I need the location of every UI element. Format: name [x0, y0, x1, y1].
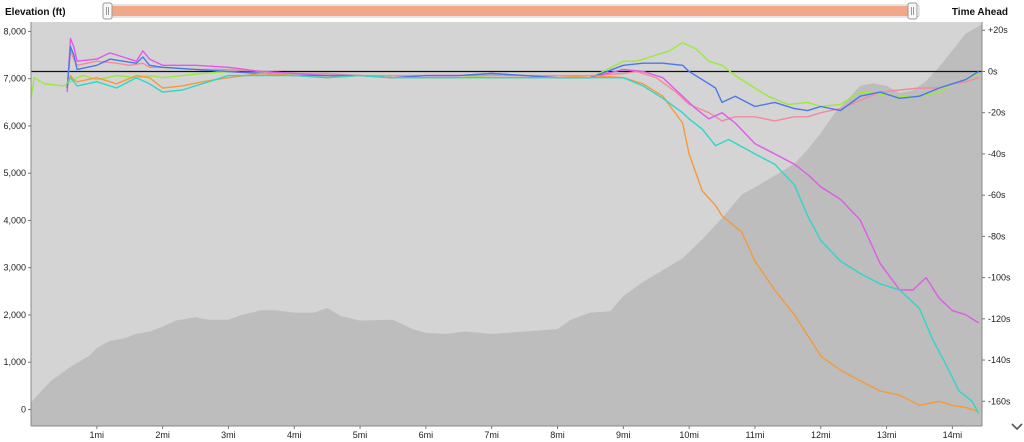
chevron-down-icon[interactable]: [1011, 423, 1023, 431]
right-tick-label: -100s: [988, 273, 1011, 283]
left-tick-label: 7,000: [3, 74, 26, 84]
left-tick-label: 1,000: [3, 357, 26, 367]
x-tick-label: 2mi: [155, 430, 170, 440]
right-tick-label: -60s: [988, 190, 1006, 200]
x-tick-label: 9mi: [616, 430, 631, 440]
x-tick-label: 7mi: [484, 430, 499, 440]
right-axis: +20s 0s -20s -40s -60s -80s -100s -120s -140s -16…: [981, 22, 1011, 426]
right-tick-label: +20s: [988, 25, 1008, 35]
right-tick-label: -120s: [988, 314, 1011, 324]
x-tick-label: 8mi: [550, 430, 565, 440]
left-tick-label: 6,000: [3, 121, 26, 131]
x-tick-label: 6mi: [419, 430, 434, 440]
x-tick-label: 5mi: [353, 430, 368, 440]
x-tick-label: 4mi: [287, 430, 302, 440]
x-axis: 1mi 2mi 3mi 4mi 5mi 6mi 7mi 8mi 9mi 10mi 11mi 12mi 1…: [31, 425, 982, 440]
left-tick-label: 3,000: [3, 263, 26, 273]
x-tick-label: 1mi: [90, 430, 105, 440]
left-axis-title: Elevation (ft): [5, 7, 66, 18]
left-tick-label: 8,000: [3, 26, 26, 36]
x-tick-label: 14mi: [943, 430, 963, 440]
left-axis: 0 1,000 2,000 3,000 4,000 5,000 6,000 7,000 8,00…: [3, 22, 32, 426]
elevation-time-chart: Elevation (ft) Time Ahead 0 1,000 2,000 3,0…: [3, 2, 1023, 440]
left-tick-label: 5,000: [3, 168, 26, 178]
left-tick-label: 0: [21, 404, 26, 414]
right-tick-label: -40s: [988, 149, 1006, 159]
x-tick-label: 11mi: [746, 430, 765, 440]
scrubber-right-handle[interactable]: [907, 2, 918, 20]
right-tick-label: -160s: [988, 396, 1011, 406]
x-tick-label: 12mi: [811, 430, 831, 440]
scrubber-selection[interactable]: [112, 6, 912, 16]
right-tick-label: -140s: [988, 355, 1011, 365]
left-tick-label: 4,000: [3, 215, 26, 225]
range-scrubber[interactable]: [102, 2, 920, 20]
right-axis-title: Time Ahead: [952, 7, 1008, 18]
right-tick-label: -20s: [988, 108, 1006, 118]
x-tick-label: 3mi: [221, 430, 236, 440]
scrubber-left-handle[interactable]: [102, 2, 113, 20]
x-tick-label: 13mi: [877, 430, 897, 440]
left-tick-label: 2,000: [3, 310, 26, 320]
right-tick-label: -80s: [988, 231, 1006, 241]
x-tick-label: 10mi: [679, 430, 699, 440]
right-tick-label: 0s: [988, 66, 998, 76]
